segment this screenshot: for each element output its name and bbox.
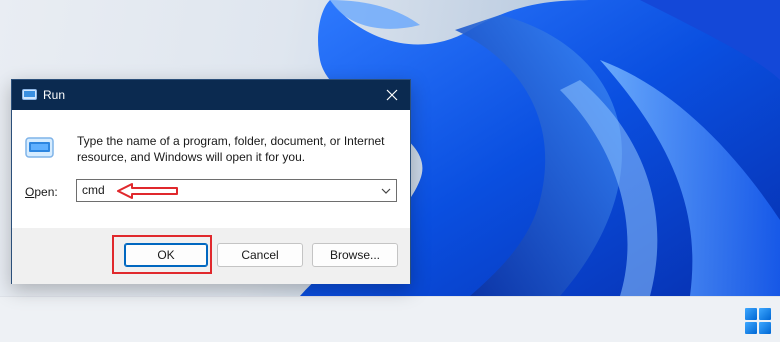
title-bar[interactable]: Run [12, 80, 410, 110]
windows-logo-tile [759, 308, 771, 320]
dialog-body: Type the name of a program, folder, docu… [12, 110, 410, 228]
open-input-value[interactable]: cmd [82, 183, 105, 197]
run-app-icon [22, 89, 37, 100]
open-label: Open: [25, 185, 58, 199]
annotation-arrow-icon [117, 183, 178, 199]
dialog-description: Type the name of a program, folder, docu… [77, 134, 385, 164]
windows-logo-tile [745, 322, 757, 334]
run-app-icon [25, 137, 54, 158]
start-button[interactable] [745, 308, 771, 334]
dialog-footer: OK Cancel Browse... [12, 228, 410, 284]
chevron-down-icon[interactable] [381, 186, 391, 196]
open-label-accelerator: O [25, 185, 35, 199]
close-icon [386, 89, 398, 101]
windows-logo-tile [759, 322, 771, 334]
cancel-button[interactable]: Cancel [217, 243, 303, 267]
run-dialog: Run Type the name of a program, folder, … [11, 79, 411, 284]
close-button[interactable] [374, 80, 410, 110]
ok-button[interactable]: OK [124, 243, 208, 267]
windows-logo-icon [745, 308, 757, 320]
taskbar [0, 296, 780, 342]
open-label-rest: pen: [34, 185, 58, 199]
browse-button[interactable]: Browse... [312, 243, 398, 267]
dialog-title: Run [43, 88, 66, 102]
